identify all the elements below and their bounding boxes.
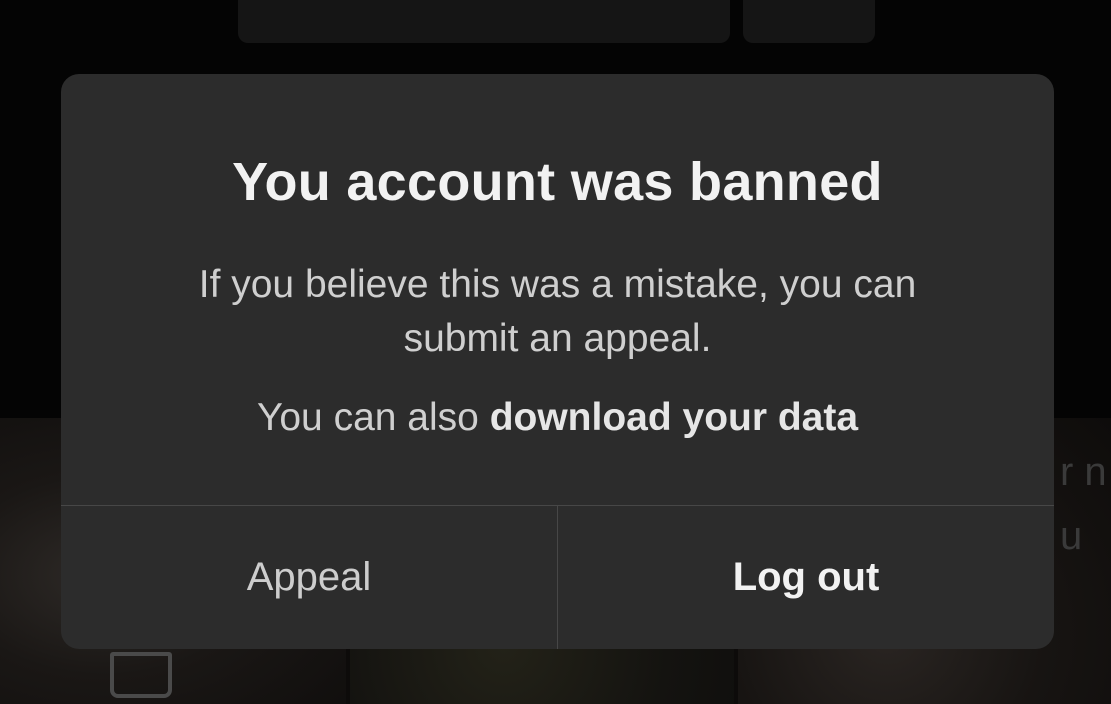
app-screen: r n u You account was banned If you beli… [0, 0, 1111, 704]
trash-icon [110, 652, 172, 698]
log-out-button[interactable]: Log out [558, 506, 1054, 649]
ban-dialog: You account was banned If you believe th… [61, 74, 1054, 649]
dialog-body: You account was banned If you believe th… [61, 74, 1054, 505]
dialog-title: You account was banned [232, 152, 883, 212]
download-data-prefix: You can also [256, 396, 490, 439]
background-search-bar [238, 0, 730, 43]
dialog-message: If you believe this was a mistake, you c… [198, 263, 917, 360]
background-partial-text: r n u [1060, 450, 1107, 558]
download-data-link[interactable]: download your data [490, 396, 858, 439]
background-header-button [743, 0, 875, 43]
download-data-text: You can also download your data [61, 391, 1054, 445]
appeal-button[interactable]: Appeal [61, 506, 557, 649]
